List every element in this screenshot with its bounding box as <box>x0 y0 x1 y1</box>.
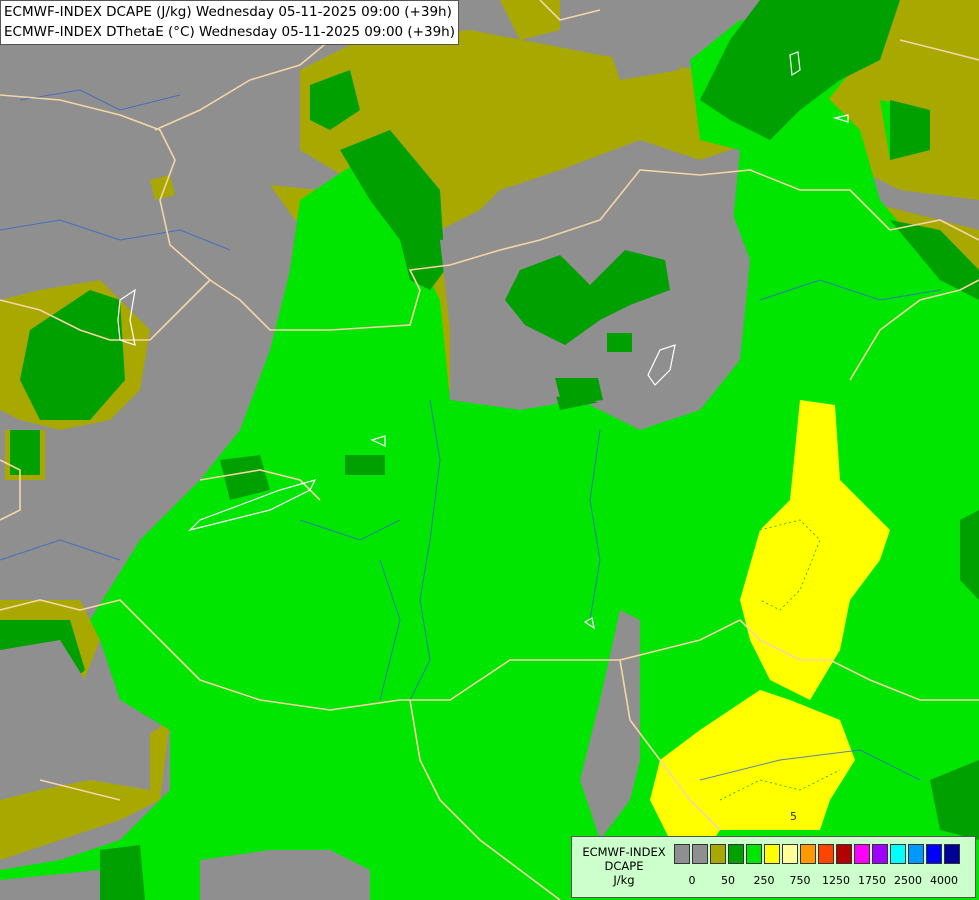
legend-tick-label: 4000 <box>930 874 958 887</box>
legend-tick-label: 750 <box>789 874 811 887</box>
legend-tick-label: 1250 <box>822 874 850 887</box>
legend-tick-label: 2500 <box>894 874 922 887</box>
legend-swatch <box>674 844 690 864</box>
legend-label: ECMWF-INDEX DCAPE J/kg <box>576 845 672 887</box>
legend-tick-label: 250 <box>753 874 775 887</box>
contour-label: 5 <box>790 810 797 823</box>
legend-swatch <box>908 844 924 864</box>
legend: ECMWF-INDEX DCAPE J/kg 0 50 250 750 1250 1750… <box>571 836 976 898</box>
legend-swatch <box>926 844 942 864</box>
legend-swatch <box>746 844 762 864</box>
legend-swatch <box>764 844 780 864</box>
dcape-map: 5 <box>0 0 979 900</box>
legend-tick-label: 50 <box>721 874 735 887</box>
legend-swatch <box>818 844 834 864</box>
legend-swatch <box>692 844 708 864</box>
legend-swatch <box>872 844 888 864</box>
title-line-dcape: ECMWF-INDEX DCAPE (J/kg) Wednesday 05-11… <box>4 4 452 20</box>
legend-swatch <box>782 844 798 864</box>
legend-swatch <box>854 844 870 864</box>
legend-swatch <box>710 844 726 864</box>
legend-label-unit: J/kg <box>613 873 635 887</box>
legend-swatch <box>800 844 816 864</box>
map-title-box: ECMWF-INDEX DCAPE (J/kg) Wednesday 05-11… <box>0 0 459 45</box>
legend-swatch <box>836 844 852 864</box>
legend-label-source: ECMWF-INDEX <box>582 845 666 859</box>
legend-tick-label: 0 <box>688 874 696 887</box>
legend-swatch <box>728 844 744 864</box>
legend-label-param: DCAPE <box>604 859 644 873</box>
legend-tick-label: 1750 <box>858 874 886 887</box>
title-line-dthetae: ECMWF-INDEX DThetaE (°C) Wednesday 05-11… <box>4 24 455 40</box>
legend-swatch <box>890 844 906 864</box>
legend-swatch <box>944 844 960 864</box>
